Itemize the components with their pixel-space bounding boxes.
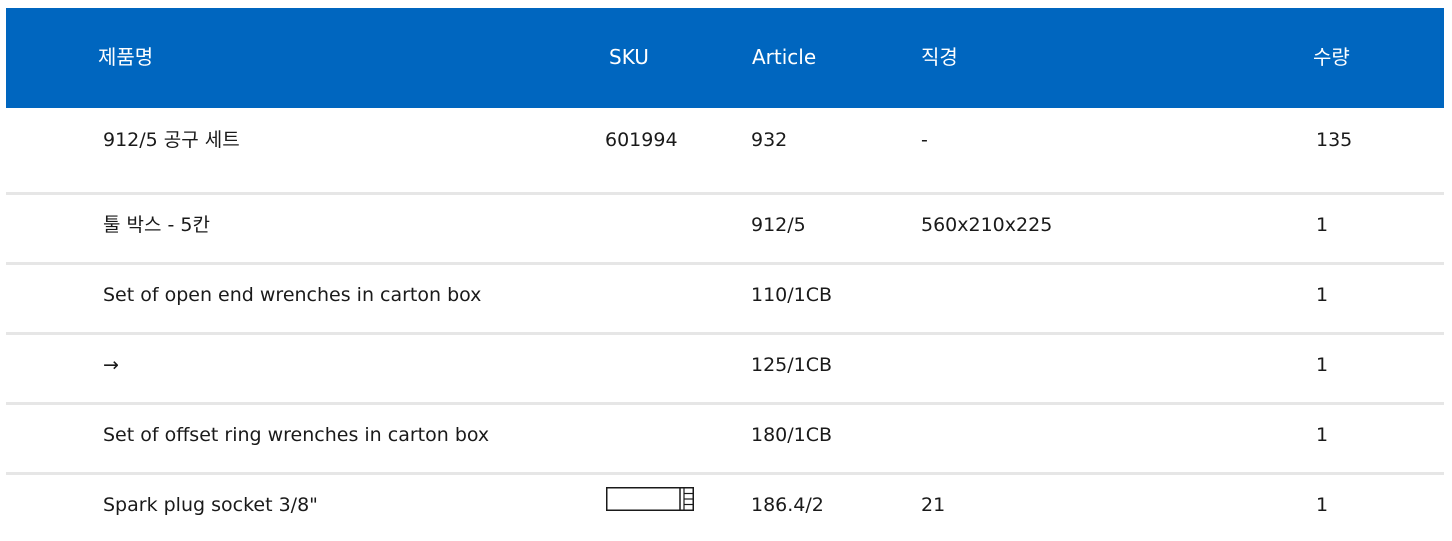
- cell-article: 932: [751, 129, 788, 151]
- cell-name: Set of offset ring wrenches in carton bo…: [103, 424, 490, 446]
- cell-quantity: 1: [1316, 494, 1329, 516]
- cell-name: →: [103, 354, 119, 376]
- cell-name: Set of open end wrenches in carton box: [103, 284, 482, 306]
- product-table: 제품명 SKU Article 직경 수량 912/5 공구 세트 601994…: [6, 8, 1444, 541]
- cell-quantity: 1: [1316, 354, 1329, 376]
- table-row: Spark plug socket 3/8" 186.4/2 21 1: [6, 475, 1444, 541]
- cell-quantity: 1: [1316, 424, 1329, 446]
- cell-article: 110/1CB: [751, 284, 833, 306]
- cell-name: Spark plug socket 3/8": [103, 494, 318, 516]
- cell-article: 912/5: [751, 214, 806, 236]
- table-row: → 125/1CB 1: [6, 335, 1444, 405]
- cell-quantity: 1: [1316, 214, 1329, 236]
- header-quantity[interactable]: 수량: [1313, 45, 1350, 69]
- header-sku[interactable]: SKU: [609, 45, 649, 69]
- table-row: 툴 박스 - 5칸 912/5 560x210x225 1: [6, 195, 1444, 265]
- cell-sku: 601994: [605, 129, 678, 151]
- table-row: 912/5 공구 세트 601994 932 - 135: [6, 108, 1444, 195]
- cell-diameter: -: [921, 129, 928, 151]
- cell-diameter: 560x210x225: [921, 214, 1053, 236]
- header-diameter[interactable]: 직경: [921, 45, 958, 69]
- cell-quantity: 135: [1316, 129, 1353, 151]
- table-header: 제품명 SKU Article 직경 수량: [6, 8, 1444, 108]
- cell-quantity: 1: [1316, 284, 1329, 306]
- table-row: Set of offset ring wrenches in carton bo…: [6, 405, 1444, 475]
- cell-diameter: 21: [921, 494, 946, 516]
- cell-article: 186.4/2: [751, 494, 824, 516]
- table-row: Set of open end wrenches in carton box 1…: [6, 265, 1444, 335]
- socket-icon: [606, 487, 694, 511]
- cell-article: 180/1CB: [751, 424, 833, 446]
- header-article[interactable]: Article: [752, 45, 816, 69]
- cell-article: 125/1CB: [751, 354, 833, 376]
- cell-name: 툴 박스 - 5칸: [103, 214, 210, 236]
- cell-name: 912/5 공구 세트: [103, 129, 240, 151]
- header-name[interactable]: 제품명: [98, 45, 153, 69]
